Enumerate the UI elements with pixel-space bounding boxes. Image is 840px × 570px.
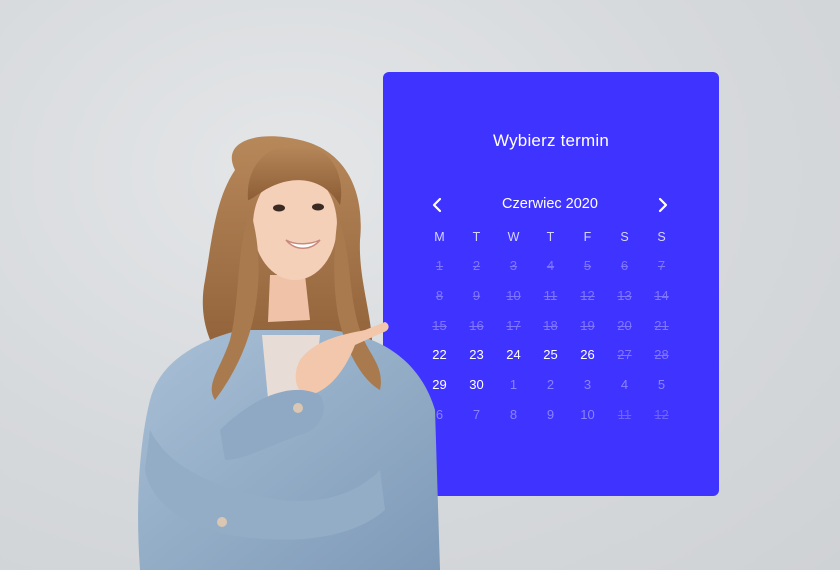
calendar-day: 9 xyxy=(472,287,481,303)
calendar-day: 2 xyxy=(472,258,481,273)
calendar-day: 10 xyxy=(580,407,595,422)
weekday-label: T xyxy=(546,230,555,244)
calendar-day: 9 xyxy=(546,407,555,422)
weekday-label: M xyxy=(434,230,445,244)
calendar-day[interactable]: 30 xyxy=(458,378,495,392)
calendar-day: 7 xyxy=(472,407,481,422)
calendar-day: 8 xyxy=(435,287,444,303)
calendar-day: 3 xyxy=(583,377,592,393)
calendar-week-row: 15 16 17 18 19 20 21 xyxy=(421,317,680,333)
calendar-day: 21 xyxy=(654,317,669,333)
calendar-day: 11 xyxy=(543,287,558,303)
calendar-day: 17 xyxy=(506,317,521,333)
month-label: Czerwiec 2020 xyxy=(502,196,598,212)
calendar-day: 12 xyxy=(580,287,595,303)
calendar-day: 2 xyxy=(546,377,555,393)
calendar-week-row: 29 30 1 2 3 4 5 xyxy=(421,378,680,392)
calendar-day: 14 xyxy=(654,287,669,303)
calendar-day[interactable]: 22 xyxy=(421,348,458,362)
chevron-right-icon xyxy=(658,197,668,213)
calendar-day: 16 xyxy=(469,317,484,333)
calendar-day: 11 xyxy=(617,407,632,422)
weekday-label: T xyxy=(472,230,481,244)
calendar-day[interactable]: 24 xyxy=(495,348,532,362)
next-month-button[interactable] xyxy=(652,194,674,216)
calendar-day: 6 xyxy=(435,407,444,422)
calendar-week-row: 8 9 10 11 12 13 14 xyxy=(421,287,680,303)
weekday-label: S xyxy=(657,230,666,244)
chevron-left-icon xyxy=(432,197,442,213)
weekday-label: S xyxy=(620,230,629,244)
prev-month-button[interactable] xyxy=(426,194,448,216)
calendar-day: 6 xyxy=(620,258,629,273)
calendar-day: 4 xyxy=(546,258,555,273)
calendar-day: 4 xyxy=(620,377,629,393)
calendar-title: Wybierz termin xyxy=(493,131,609,150)
calendar-week-row: 6 7 8 9 10 11 12 xyxy=(421,408,680,422)
calendar-day: 18 xyxy=(543,317,558,333)
weekday-label: F xyxy=(583,230,592,244)
calendar-day: 27 xyxy=(617,347,632,363)
calendar-day: 3 xyxy=(509,258,518,273)
calendar-day: 20 xyxy=(617,317,632,333)
calendar-day: 1 xyxy=(509,377,518,393)
calendar-week-row: 22 23 24 25 26 27 28 xyxy=(421,348,680,362)
calendar-day[interactable]: 25 xyxy=(532,348,569,362)
calendar-day: 5 xyxy=(583,258,592,273)
calendar-day: 8 xyxy=(509,407,518,422)
calendar-day: 19 xyxy=(580,317,595,333)
weekday-header: M T W T F S S xyxy=(421,230,680,244)
calendar-day: 12 xyxy=(654,407,669,422)
weekday-label: W xyxy=(507,230,520,244)
calendar-day: 28 xyxy=(654,347,669,363)
calendar-day[interactable]: 26 xyxy=(569,348,606,362)
calendar-day[interactable]: 29 xyxy=(421,378,458,392)
calendar-day[interactable]: 23 xyxy=(458,348,495,362)
calendar-day: 7 xyxy=(657,258,666,273)
calendar-day: 15 xyxy=(432,317,447,333)
calendar-day: 1 xyxy=(435,258,444,273)
calendar-day: 10 xyxy=(506,287,521,303)
calendar-day: 13 xyxy=(617,287,632,303)
calendar-day: 5 xyxy=(657,377,666,393)
calendar-week-row: 1 2 3 4 5 6 7 xyxy=(421,259,680,273)
